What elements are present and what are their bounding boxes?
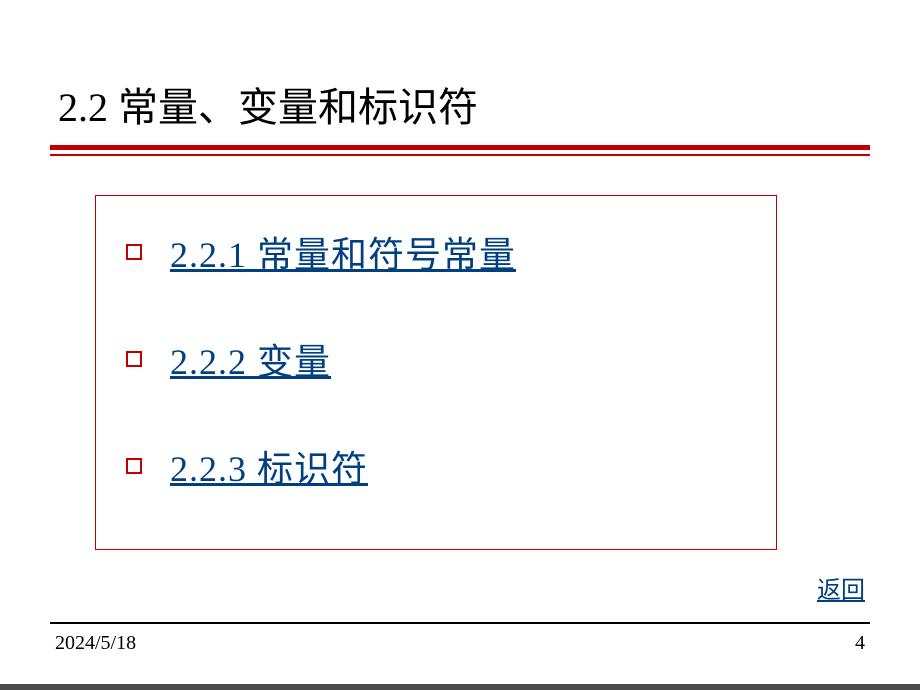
bullet-icon [126, 244, 142, 260]
list-item: 2.2.1 常量和符号常量 [126, 226, 746, 278]
link-constants[interactable]: 2.2.1 常量和符号常量 [170, 226, 516, 278]
back-link[interactable]: 返回 [817, 570, 865, 605]
title-underline-thin [50, 154, 870, 156]
bullet-icon [126, 458, 142, 474]
list-item: 2.2.2 变量 [126, 333, 746, 385]
content-box: 2.2.1 常量和符号常量 2.2.2 变量 2.2.3 标识符 [95, 195, 777, 550]
title-underline-thick [50, 145, 870, 150]
slide-title: 2.2 常量、变量和标识符 [58, 75, 862, 151]
bottom-shadow [0, 684, 920, 690]
list-item: 2.2.3 标识符 [126, 440, 746, 492]
link-variables[interactable]: 2.2.2 变量 [170, 333, 331, 385]
title-area: 2.2 常量、变量和标识符 [0, 0, 920, 151]
bullet-icon [126, 351, 142, 367]
footer-divider [50, 622, 870, 624]
slide: 2.2 常量、变量和标识符 2.2.1 常量和符号常量 2.2.2 变量 2.2… [0, 0, 920, 690]
footer-page-number: 4 [855, 632, 865, 655]
footer-date: 2024/5/18 [55, 632, 136, 655]
link-identifiers[interactable]: 2.2.3 标识符 [170, 440, 368, 492]
